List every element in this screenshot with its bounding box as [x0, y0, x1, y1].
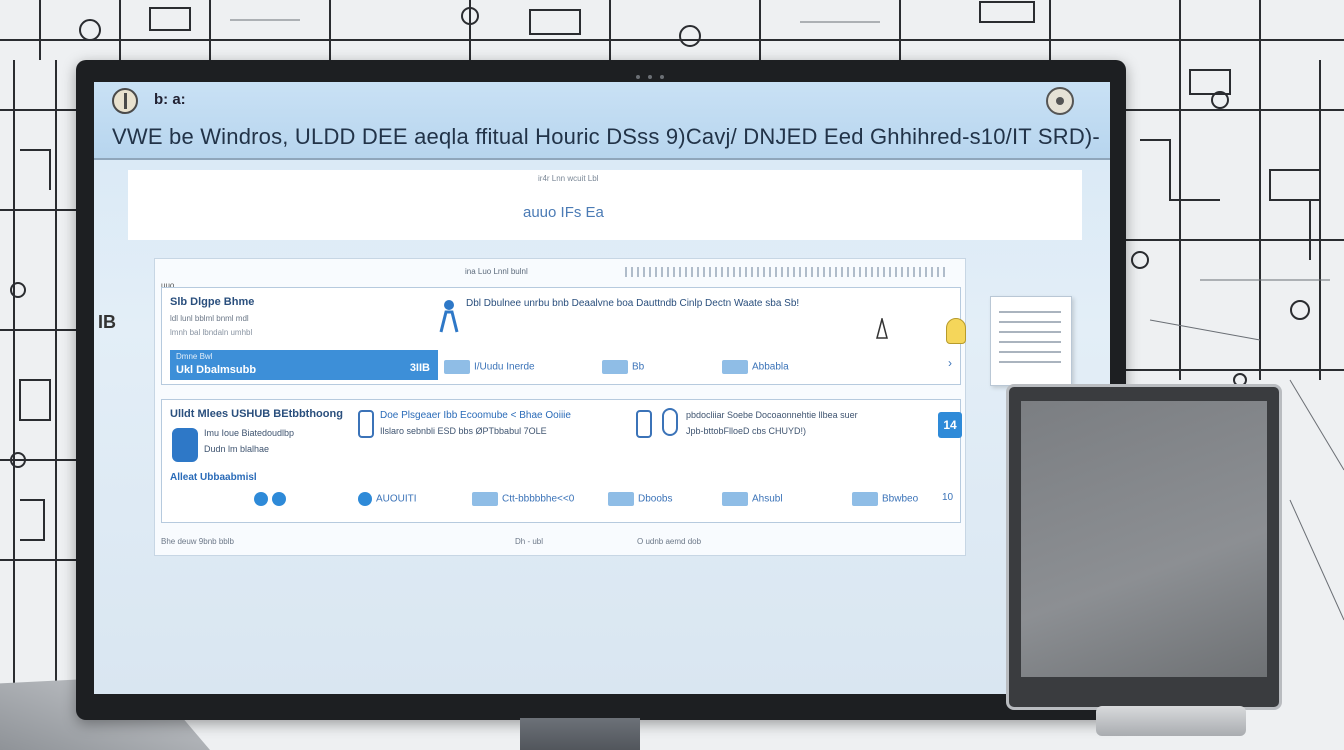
selected-item-caption: Dmne Bwl	[176, 352, 213, 361]
monitor-screen: b: a: VWE be Windros, ULDD DEE aeqla ffi…	[94, 82, 1110, 694]
section-b-title: Ulldt Mlees USHUB BEtbbthoong	[170, 408, 343, 420]
chip-icon	[602, 360, 628, 374]
toolbar-text: ina Luo Lnnl bulnl	[465, 267, 528, 276]
section-a-row-item-2[interactable]: Bb	[602, 360, 644, 374]
header-label: auuo IFs Ea	[523, 204, 604, 221]
user-icon	[439, 300, 459, 333]
floating-note-card	[990, 296, 1072, 386]
toolbar-strip	[625, 267, 945, 277]
row-item-label: Ctt-bbbbbhe<<0	[502, 493, 575, 505]
settings-circle-icon[interactable]	[1046, 87, 1074, 115]
section-a-sub2: lmnh bal lbndaln umhbl	[170, 328, 253, 337]
secondary-monitor-screen	[1021, 401, 1267, 677]
secondary-monitor-base	[1096, 706, 1246, 736]
header-panel: ir4r Lnn wcuit Lbl auuo IFs Ea	[128, 170, 1082, 240]
device-icon	[172, 428, 198, 462]
section-b-row-item-5[interactable]: Bbwbeo	[852, 492, 918, 506]
pin-icon	[358, 492, 372, 506]
chevron-right-icon[interactable]: ›	[948, 356, 952, 370]
section-a-sub1: ldl lunl bblml bnml mdl	[170, 314, 249, 323]
section-b-row-item-3[interactable]: Dboobs	[608, 492, 672, 506]
footer-middle: Dh - ubl	[515, 537, 544, 546]
secondary-monitor	[1006, 384, 1282, 710]
footer-right: O udnb aemd dob	[637, 537, 702, 546]
section-b-line2: Dudn lm blalhae	[204, 444, 270, 454]
section-b-row-number: 10	[942, 492, 954, 503]
chip-icon	[608, 492, 634, 506]
section-a-row-item-1[interactable]: I/Uudu Inerde	[444, 360, 535, 374]
main-window: ina Luo Lnnl bulnl uuo Slb Dlgpe Bhme ld…	[154, 258, 966, 556]
section-b-mid1: Doe Plsgeaer Ibb Ecoomube < Bhae Ooiiie	[380, 410, 571, 421]
row-item-label: Ahsubl	[752, 493, 783, 505]
chip-icon	[722, 360, 748, 374]
title-small-label: b: a:	[154, 91, 186, 108]
chip-icon	[852, 492, 878, 506]
chip-icon	[722, 492, 748, 506]
row-item-label: Bbwbeo	[882, 493, 919, 505]
dot-icon	[272, 492, 286, 506]
camera-dots	[636, 66, 676, 79]
section-a-description: Dbl Dbulnee unrbu bnb Deaalvne boa Dautt…	[466, 298, 800, 309]
footer-left: Bhe deuw 9bnb bblb	[161, 537, 234, 546]
row-item-label: I/Uudu Inerde	[474, 361, 535, 373]
row-item-label: AUOUITI	[376, 493, 417, 505]
bell-icon[interactable]	[946, 318, 966, 344]
selected-item-bar[interactable]: Dmne Bwl Ukl Dbalmsubb 3IIB	[170, 350, 438, 380]
section-b-right2: Jpb-bttobFlloeD cbs CHUYD!)	[686, 426, 807, 436]
chip-icon	[444, 360, 470, 374]
chip-icon	[472, 492, 498, 506]
section-b-right1: pbdocliiar Soebe Docoaonnehtie llbea sue…	[686, 410, 858, 420]
note-lines	[999, 311, 1061, 367]
section-b: Ulldt Mlees USHUB BEtbbthoong Imu Ioue B…	[161, 399, 962, 523]
section-b-line1: Imu Ioue Biatedoudlbp	[204, 428, 295, 438]
row-item-label: Bb	[632, 361, 645, 373]
phone-icon	[636, 410, 652, 438]
section-b-row-item-1[interactable]: AUOUITI	[358, 492, 417, 506]
section-b-row-item-2[interactable]: Ctt-bbbbbhe<<0	[472, 492, 574, 506]
section-b-mid2: Ilslaro sebnbli ESD bbs ØPTbbabul 7OLE	[380, 426, 547, 436]
row-item-label: Dboobs	[638, 493, 673, 505]
dot-icon	[254, 492, 268, 506]
count-badge[interactable]: 14	[938, 412, 962, 438]
side-label: IB	[98, 312, 116, 332]
window-title: VWE be Windros, ULDD DEE aeqla ffitual H…	[112, 124, 1100, 149]
headset-icon	[662, 408, 678, 436]
pencil-icon[interactable]	[876, 318, 888, 340]
section-b-row-item-4[interactable]: Ahsubl	[722, 492, 783, 506]
main-monitor: b: a: VWE be Windros, ULDD DEE aeqla ffi…	[76, 60, 1126, 720]
header-tiny-text: ir4r Lnn wcuit Lbl	[538, 174, 599, 183]
section-b-blue-label[interactable]: Alleat Ubbaabmisl	[170, 472, 257, 483]
section-a: Slb Dlgpe Bhme ldl lunl bblml bnml mdl l…	[161, 287, 966, 385]
window-menu-icon[interactable]	[112, 88, 138, 114]
monitor-stand	[520, 718, 640, 750]
section-a-title: Slb Dlgpe Bhme	[170, 296, 255, 308]
selected-item-number: 3IIB	[409, 362, 430, 374]
section-a-row-item-3[interactable]: Abbabla	[722, 360, 789, 374]
selected-item-label: Ukl Dbalmsubb	[176, 364, 257, 376]
phone-icon	[358, 410, 374, 438]
title-bar: b: a: VWE be Windros, ULDD DEE aeqla ffi…	[94, 82, 1110, 160]
section-b-dot-icon	[254, 492, 290, 506]
row-item-label: Abbabla	[752, 361, 789, 373]
